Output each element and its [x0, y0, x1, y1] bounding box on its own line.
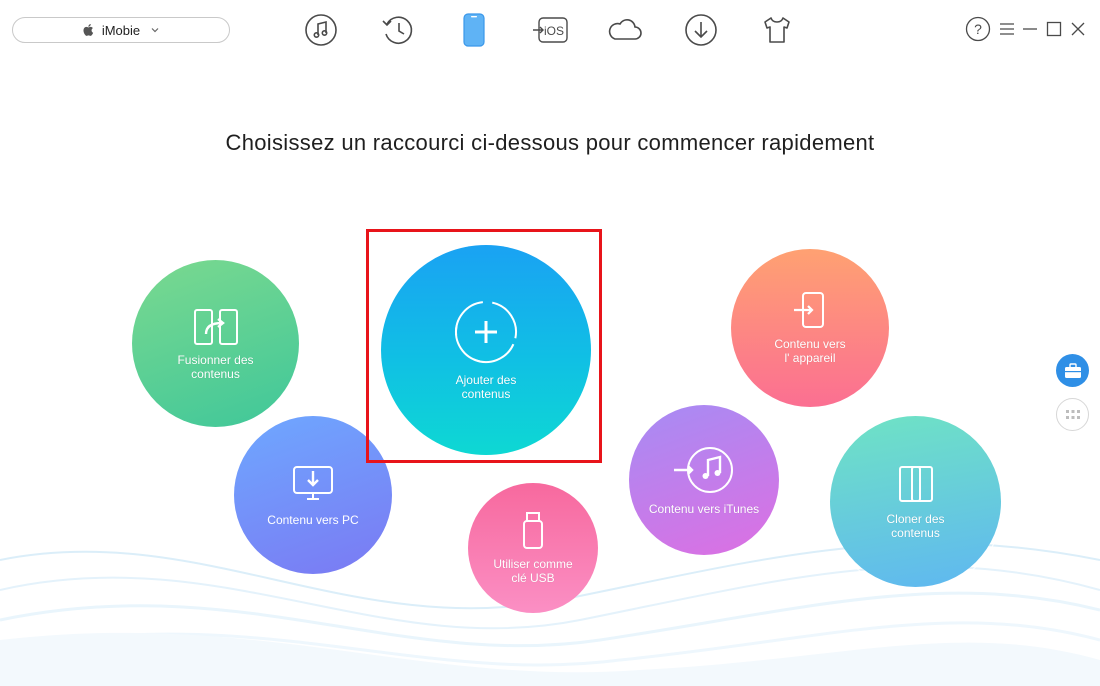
help-icon: ? [965, 16, 991, 42]
phone-icon [463, 13, 485, 47]
shortcut-merge-label-line2: contenus [191, 366, 240, 381]
shortcut-content-to-device[interactable]: Contenu vers l' appareil [731, 249, 889, 407]
shortcut-clone-label: Cloner des contenus [886, 512, 944, 540]
monitor-download-icon [293, 466, 333, 500]
shortcut-add-label: Ajouter des contenus [456, 373, 517, 401]
nav-music[interactable] [301, 10, 341, 50]
nav-toolkit[interactable] [757, 10, 797, 50]
shortcut-usb-label: Utiliser comme clé USB [493, 557, 572, 585]
shortcut-merge-content[interactable]: Fusionner des contenus [132, 260, 299, 427]
shortcut-content-to-pc[interactable]: Contenu vers PC [230, 412, 396, 578]
shortcut-device-label-line1: Contenu vers [774, 337, 846, 351]
menu-button[interactable] [998, 14, 1016, 44]
page-headline: Choisissez un raccourci ci-dessous pour … [225, 130, 875, 155]
side-toolbox-button[interactable] [1056, 354, 1089, 387]
phone-import-icon [794, 292, 824, 328]
music-icon [305, 14, 337, 46]
itunes-transfer-icon [674, 447, 733, 493]
close-button[interactable] [1070, 14, 1086, 44]
to-ios-label: iOS [544, 24, 564, 38]
help-button[interactable]: ? [965, 14, 991, 44]
merge-icon [193, 308, 238, 345]
shortcut-clone-label-line1: Cloner des [886, 511, 945, 526]
shortcut-add-label-line2: contenus [461, 387, 511, 401]
minimize-button[interactable] [1022, 14, 1038, 44]
cloud-icon [608, 19, 642, 40]
shortcut-clone-label-line2: contenus [891, 525, 940, 540]
side-apps-button[interactable] [1056, 398, 1089, 431]
shortcut-merge-label-line1: Fusionner des [177, 352, 254, 367]
chevron-down-icon [151, 28, 159, 33]
to-ios-icon: iOS [533, 17, 568, 43]
shortcut-use-as-usb[interactable]: Utiliser comme clé USB [468, 483, 598, 613]
grid-icon [1065, 409, 1080, 419]
device-selector[interactable]: iMobie [12, 17, 230, 43]
shortcut-device-label-line2: l' appareil [784, 351, 836, 365]
nav-device[interactable] [454, 10, 494, 50]
shortcut-add-label-line1: Ajouter des [455, 373, 517, 387]
download-icon [685, 14, 717, 46]
minimize-icon [1023, 28, 1037, 30]
menu-icon [1000, 23, 1014, 35]
shortcut-clone-content[interactable]: Cloner des contenus [826, 412, 1005, 591]
shortcut-itunes-label: Contenu vers iTunes [648, 502, 760, 516]
usb-drive-icon [523, 512, 543, 549]
close-icon [1071, 22, 1085, 36]
history-icon [382, 16, 413, 44]
shortcut-merge-label: Fusionner des contenus [177, 353, 253, 381]
shortcut-usb-label-line2: clé USB [511, 571, 555, 585]
nav-history[interactable] [378, 10, 418, 50]
shortcut-add-content[interactable]: Ajouter des contenus [381, 245, 591, 455]
shortcut-usb-label-line1: Utiliser comme [493, 557, 573, 571]
shortcut-device-label: Contenu vers l' appareil [774, 337, 845, 365]
maximize-button[interactable] [1046, 14, 1062, 44]
shortcut-content-to-itunes[interactable]: Contenu vers iTunes [626, 402, 782, 558]
tshirt-icon [764, 17, 790, 43]
clone-phones-icon [898, 465, 933, 502]
nav-download[interactable] [681, 10, 721, 50]
nav-cloud[interactable] [605, 10, 645, 50]
toolbox-icon [1064, 362, 1081, 378]
maximize-icon [1046, 21, 1062, 37]
help-label: ? [974, 21, 982, 37]
device-name: iMobie [101, 22, 141, 38]
shortcut-pc-label: Contenu vers PC [267, 513, 359, 527]
nav-to-ios[interactable]: iOS [530, 10, 570, 50]
apple-icon [83, 24, 93, 36]
add-circle-icon [455, 301, 517, 363]
